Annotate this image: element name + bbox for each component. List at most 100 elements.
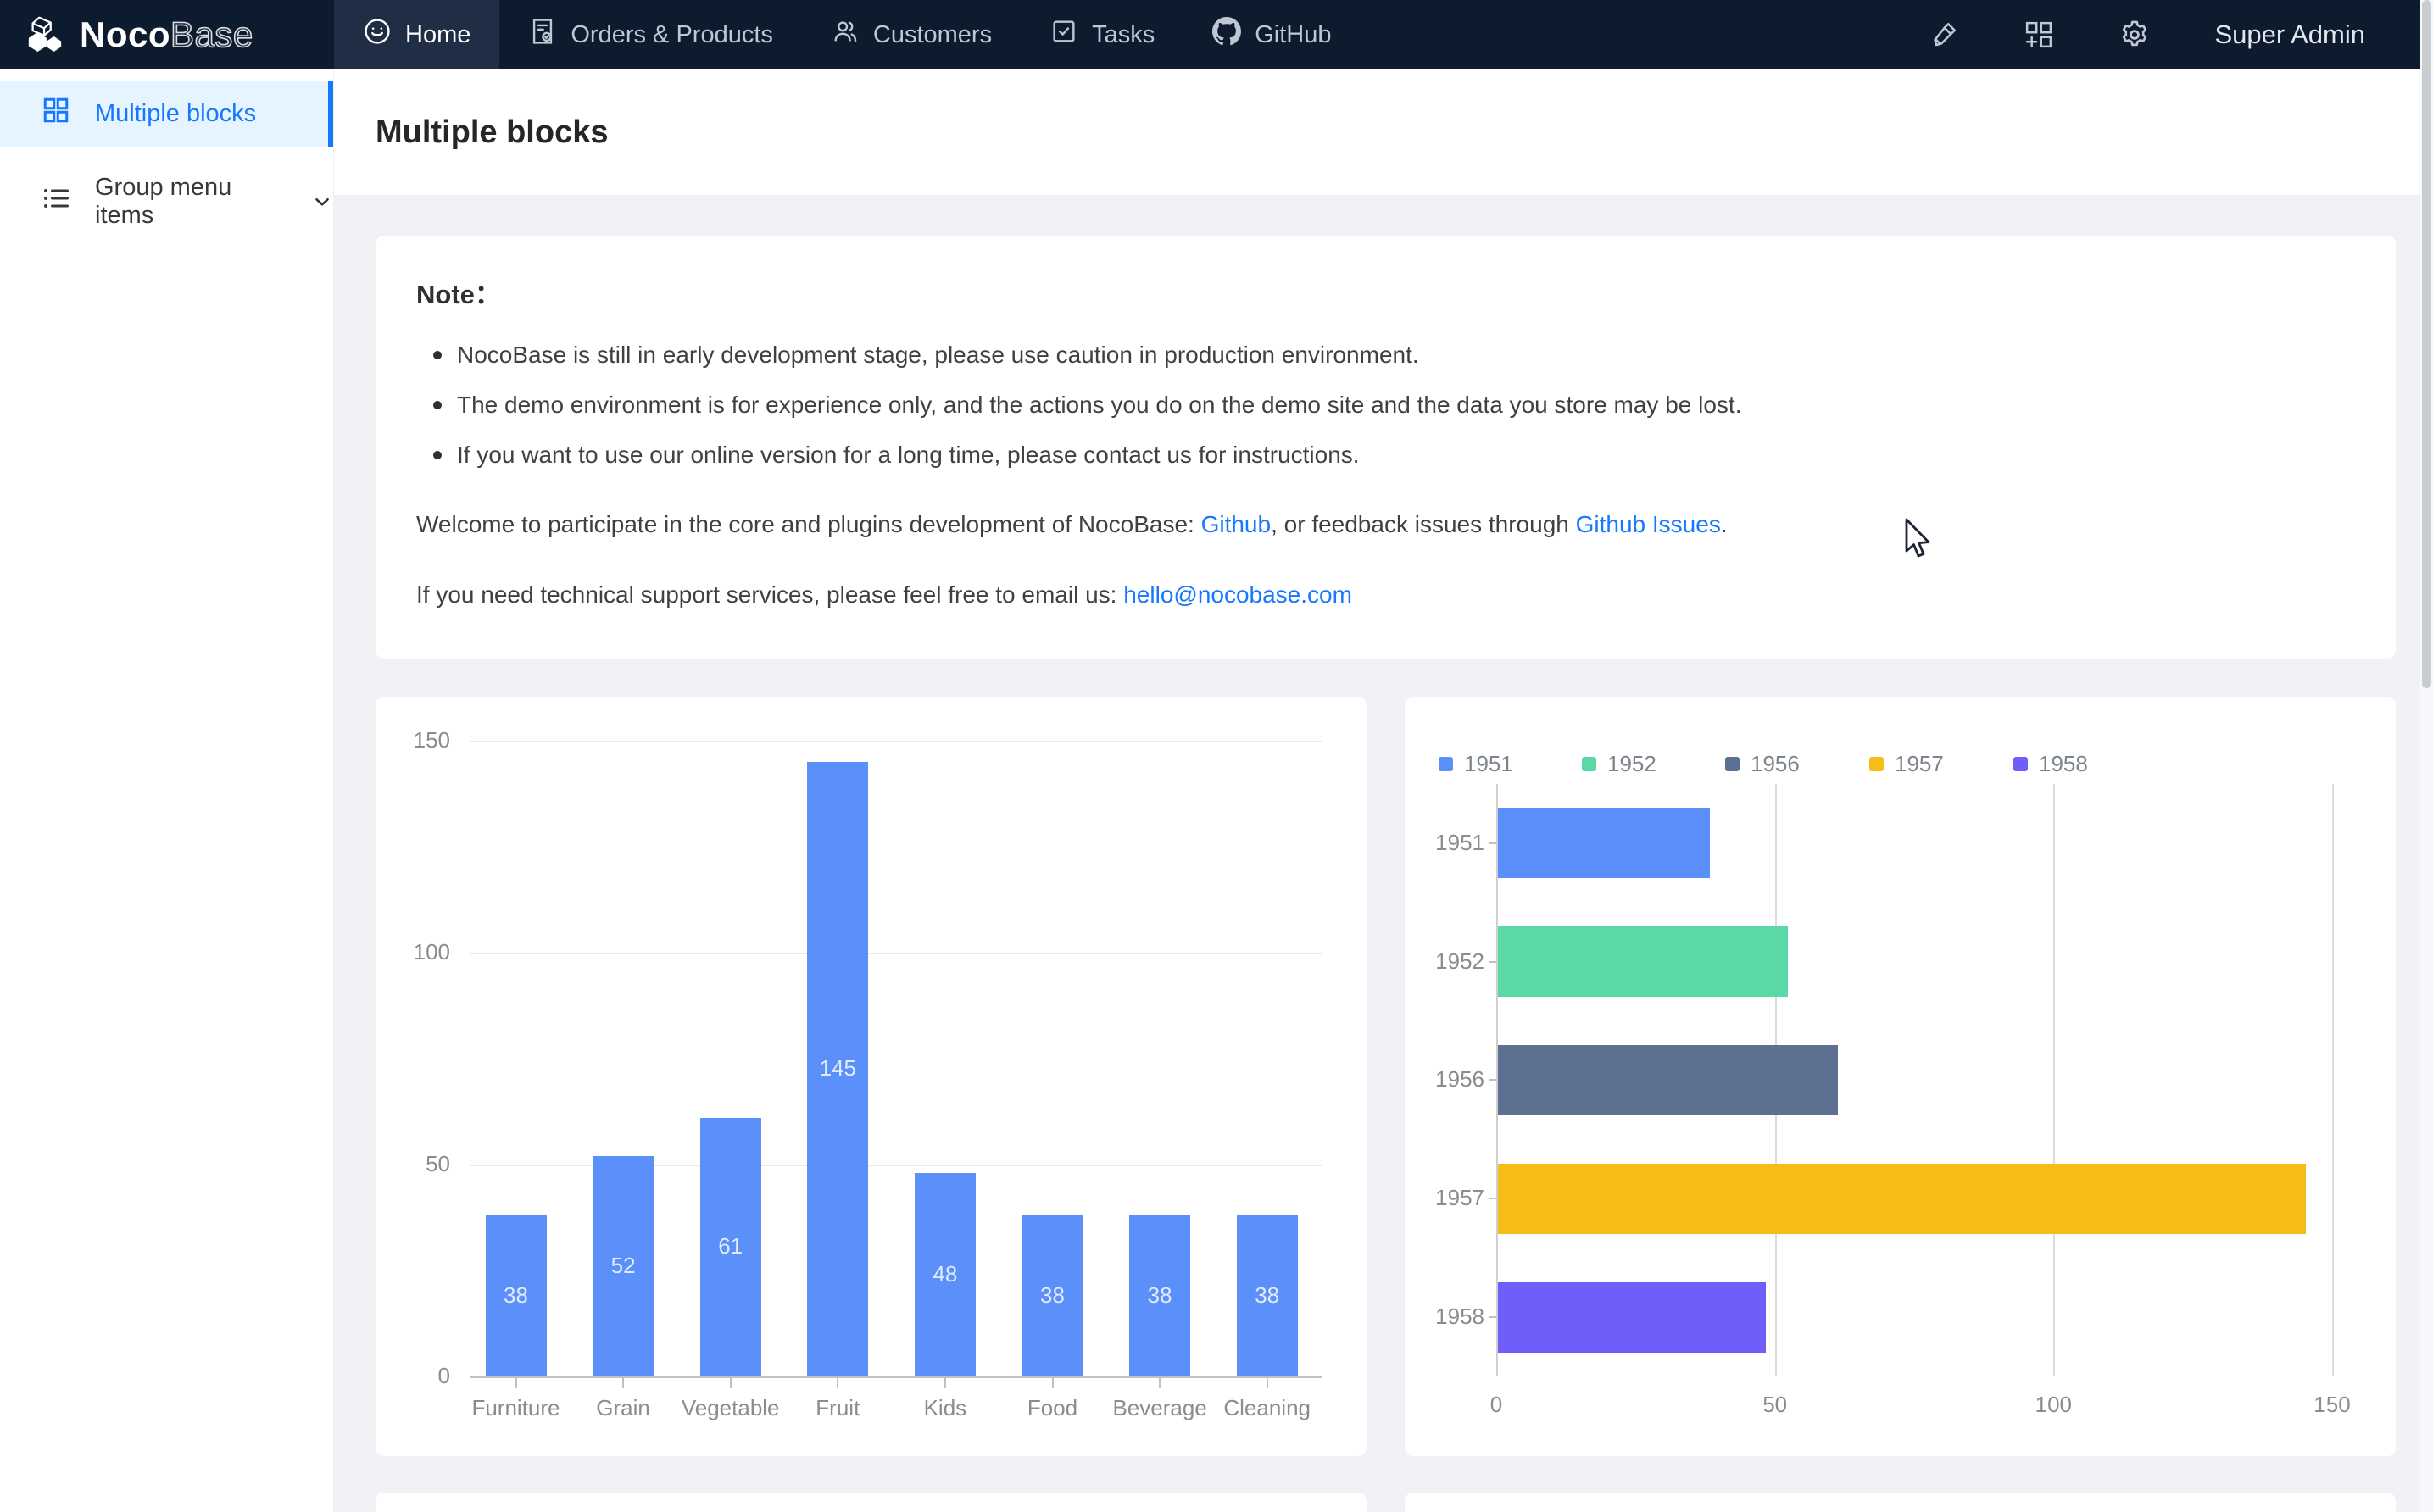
- x-axis-tick: [622, 1378, 624, 1388]
- legend-marker: [2013, 757, 2028, 771]
- y-axis-category-label: 1956: [1405, 1066, 1484, 1092]
- y-axis-category-label: 1952: [1405, 948, 1484, 975]
- welcome-paragraph: Welcome to participate in the core and p…: [416, 506, 2355, 544]
- legend-label: 1952: [1607, 751, 1656, 777]
- legend-marker: [1439, 757, 1453, 771]
- bar-value-label: 38: [1129, 1282, 1190, 1309]
- user-menu[interactable]: Super Admin: [2215, 19, 2366, 50]
- nocobase-logo[interactable]: NocoBase: [0, 0, 334, 69]
- bar-1957: [1498, 1164, 2306, 1234]
- x-axis-tick: [837, 1378, 838, 1388]
- nav-tabs: Home Orders & Products Cust: [334, 0, 1361, 69]
- legend-item-1952[interactable]: 1952: [1582, 751, 1656, 777]
- note-bullet: The demo environment is for experience o…: [428, 386, 2355, 425]
- nav-tab-tasks[interactable]: Tasks: [1021, 0, 1183, 69]
- y-axis-category-label: 1957: [1405, 1185, 1484, 1211]
- nav-tab-customers[interactable]: Customers: [802, 0, 1021, 69]
- x-axis-category-label: Cleaning: [1200, 1395, 1335, 1421]
- x-axis-tick-label: 0: [1454, 1392, 1539, 1418]
- page-content: Note： NocoBase is still in early develop…: [334, 195, 2433, 1512]
- y-axis-tick-label: 0: [376, 1363, 450, 1389]
- bar-1951: [1498, 808, 1710, 878]
- bar-1958: [1498, 1282, 1766, 1353]
- github-issues-link[interactable]: Github Issues: [1576, 511, 1721, 537]
- scrollbar-thumb[interactable]: [2422, 0, 2431, 688]
- main-area: Multiple blocks Note： NocoBase is still …: [334, 69, 2433, 1512]
- settings-gear-icon[interactable]: [2118, 19, 2151, 51]
- partial-chart-card-right: 4: [1405, 1493, 2396, 1512]
- legend-label: 1957: [1895, 751, 1944, 777]
- bar-value-label: 145: [807, 1055, 868, 1081]
- x-axis-tick: [1159, 1378, 1161, 1388]
- x-axis-tick-label: 100: [2011, 1392, 2096, 1418]
- navbar-right: Super Admin: [1929, 0, 2433, 69]
- y-axis-tick-label: 50: [376, 1151, 450, 1177]
- legend-label: 1958: [2039, 751, 2088, 777]
- note-bullet-list: NocoBase is still in early development s…: [428, 336, 2355, 474]
- page-title: Multiple blocks: [376, 114, 608, 151]
- appstore-grid-icon: [41, 95, 71, 132]
- gridline: [470, 741, 1322, 742]
- y-axis-tick-label: 100: [376, 939, 450, 965]
- legend-label: 1956: [1751, 751, 1800, 777]
- page-scrollbar[interactable]: [2420, 0, 2433, 1512]
- support-paragraph: If you need technical support services, …: [416, 576, 2355, 614]
- welcome-text: .: [1721, 511, 1728, 537]
- email-link[interactable]: hello@nocobase.com: [1123, 581, 1352, 608]
- nav-tab-label: Home: [405, 21, 470, 49]
- y-axis-tick-label: 150: [376, 727, 450, 753]
- legend-marker: [1725, 757, 1740, 771]
- page-header: Multiple blocks: [334, 69, 2433, 195]
- y-axis-category-label: 1958: [1405, 1304, 1484, 1330]
- gridline: [2332, 784, 2334, 1376]
- x-axis-line: [470, 1376, 1322, 1378]
- x-axis-tick: [515, 1378, 517, 1388]
- y-axis-tick: [1489, 1316, 1496, 1318]
- smiley-icon: [363, 17, 392, 53]
- x-axis-tick-label: 150: [2290, 1392, 2375, 1418]
- gridline: [470, 953, 1322, 954]
- note-card: Note： NocoBase is still in early develop…: [376, 236, 2396, 659]
- nav-tab-home[interactable]: Home: [334, 0, 499, 69]
- bar-value-label: 38: [1022, 1282, 1083, 1309]
- x-axis-tick-label: 50: [1733, 1392, 1818, 1418]
- y-axis-category-label: 1951: [1405, 830, 1484, 856]
- bar-value-label: 38: [486, 1282, 547, 1309]
- bar-value-label: 61: [700, 1233, 761, 1259]
- nav-tab-orders-products[interactable]: Orders & Products: [499, 0, 802, 69]
- support-text: If you need technical support services, …: [416, 581, 1123, 608]
- y-axis-tick: [1489, 1079, 1496, 1081]
- y-axis-tick: [1489, 961, 1496, 963]
- legend-item-1956[interactable]: 1956: [1725, 751, 1800, 777]
- note-bullet: NocoBase is still in early development s…: [428, 336, 2355, 375]
- x-axis-tick: [1052, 1378, 1054, 1388]
- legend-item-1958[interactable]: 1958: [2013, 751, 2088, 777]
- bar-value-label: 48: [915, 1261, 976, 1287]
- nav-tab-github[interactable]: GitHub: [1183, 0, 1360, 69]
- sidebar-item-label: Multiple blocks: [95, 100, 256, 128]
- legend-marker: [1869, 757, 1884, 771]
- x-axis-tick: [1267, 1378, 1268, 1388]
- legend-item-1957[interactable]: 1957: [1869, 751, 1944, 777]
- github-icon: [1212, 17, 1241, 53]
- y-axis-tick: [1489, 842, 1496, 844]
- highlighter-icon[interactable]: [1929, 19, 1959, 50]
- welcome-text: Welcome to participate in the core and p…: [416, 511, 1201, 537]
- bar-1956: [1498, 1045, 1838, 1115]
- github-link[interactable]: Github: [1201, 511, 1272, 537]
- sidebar-item-label: Group menu items: [95, 174, 276, 230]
- nav-tab-label: Tasks: [1092, 21, 1155, 49]
- bar-1952: [1498, 926, 1788, 997]
- vertical-bar-chart-card: 05010015038Furniture52Grain61Vegetable14…: [376, 697, 1367, 1456]
- sidebar-item-multiple-blocks[interactable]: Multiple blocks: [0, 81, 333, 147]
- sidebar-item-group-menu-items[interactable]: Group menu items: [0, 169, 333, 235]
- gridline: [2053, 784, 2055, 1376]
- legend-item-1951[interactable]: 1951: [1439, 751, 1513, 777]
- legend-label: 1951: [1464, 751, 1513, 777]
- legend-marker: [1582, 757, 1596, 771]
- top-navbar: NocoBase Home O: [0, 0, 2433, 69]
- nav-tab-label: Orders & Products: [571, 21, 773, 49]
- plugin-blocks-icon[interactable]: [2024, 19, 2054, 50]
- note-bullet: If you want to use our online version fo…: [428, 436, 2355, 475]
- note-title: Note：: [416, 273, 2355, 311]
